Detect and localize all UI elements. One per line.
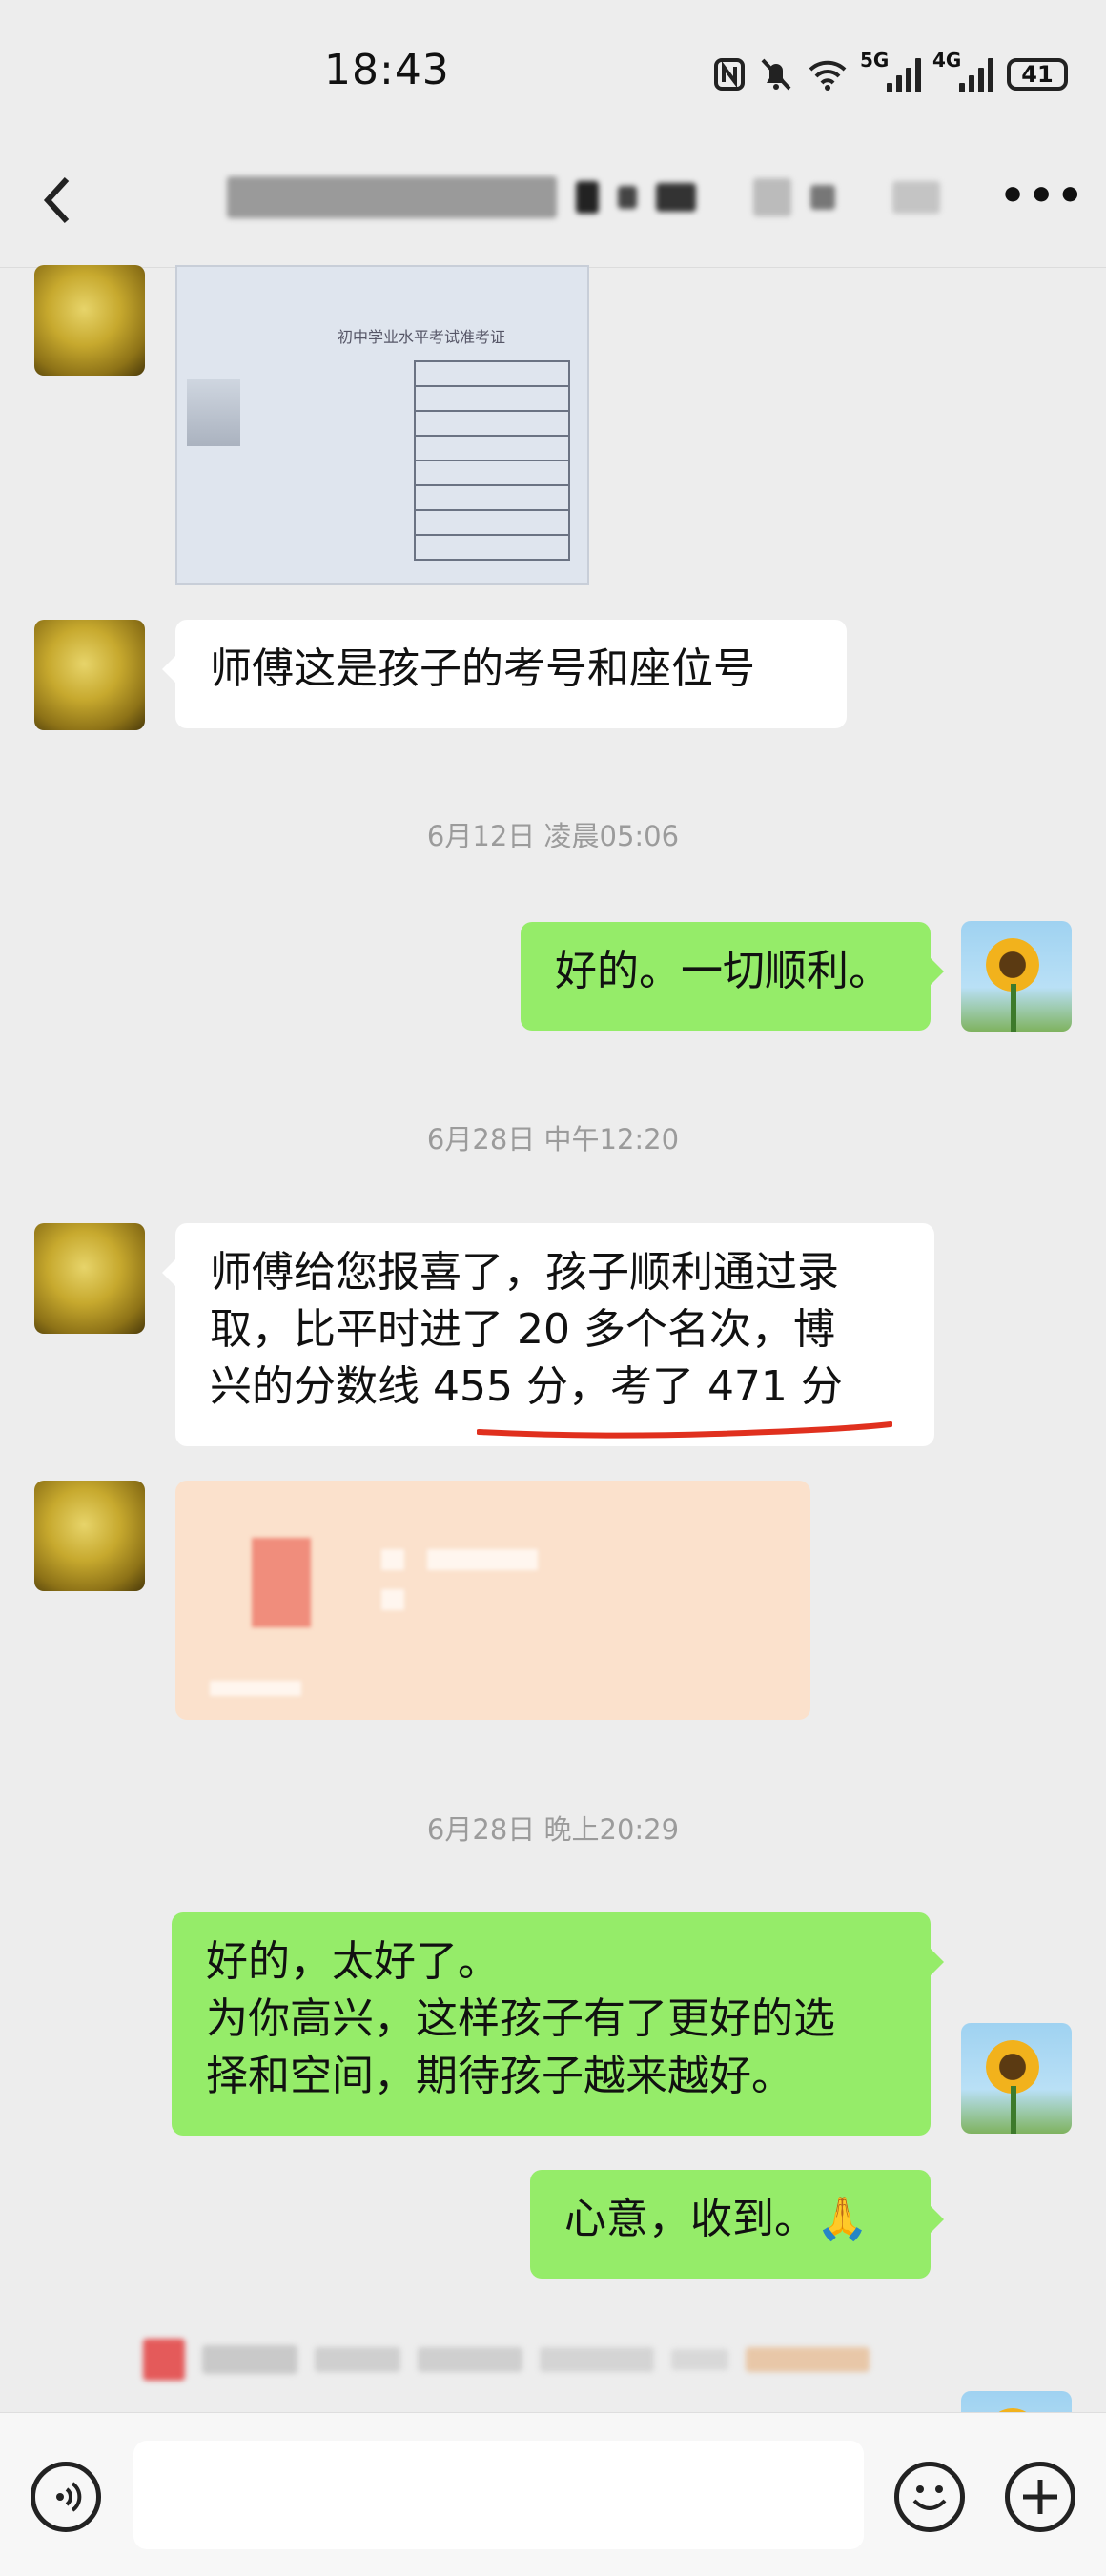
message-line: 好的，太好了。 (206, 1937, 500, 1986)
message-line: 师傅给您报喜了，孩子顺利通过录 (210, 1248, 839, 1297)
avatar-self[interactable] (961, 921, 1072, 1032)
obscured-system-notice (143, 2326, 973, 2393)
signal-4g-icon: 4G (932, 51, 993, 92)
timestamp: 6月28日 中午12:20 (426, 1123, 680, 1155)
chat-title-obscured (208, 174, 940, 221)
status-icons: 5G 4G 41 (713, 51, 1068, 97)
message-line: 兴的分数线 455 分，考了 471 分 (210, 1362, 843, 1411)
more-dots-icon[interactable]: ••• (999, 175, 1085, 217)
message-bubble-sent[interactable]: 心意，收到。🙏 (530, 2170, 944, 2279)
message-bubble-received[interactable]: 师傅给您报喜了，孩子顺利通过录 取，比平时进了 20 多个名次，博 兴的分数线 … (162, 1223, 934, 1446)
nfc-icon (714, 58, 745, 91)
obscured-text (381, 1549, 404, 1570)
exam-admission-card-image[interactable]: 初中学业水平考试准考证 (175, 265, 589, 585)
emoji-icon[interactable] (894, 2462, 965, 2532)
message-text: 好的。一切顺利。 (555, 947, 891, 995)
message-input[interactable] (133, 2441, 864, 2549)
mute-bell-icon (761, 58, 791, 91)
red-underline-annotation (477, 1421, 892, 1439)
signal-4g-label: 4G (932, 49, 962, 72)
message-line: 为你高兴，这样孩子有了更好的选 (206, 1994, 835, 2043)
obscured-text (381, 1589, 404, 1610)
message-bubble-sent[interactable]: 好的，太好了。 为你高兴，这样孩子有了更好的选 择和空间，期待孩子越来越好。 (172, 1912, 944, 2136)
red-envelope-icon (252, 1538, 311, 1627)
avatar-contact[interactable] (34, 620, 145, 730)
message-bubble-sent[interactable]: 好的。一切顺利。 (521, 922, 944, 1031)
id-photo (187, 379, 240, 446)
message-text: 心意，收到。🙏 (564, 2195, 869, 2243)
image-header-text: 初中学业水平考试准考证 (338, 328, 506, 346)
avatar-contact[interactable] (34, 1223, 145, 1334)
message-text: 师傅这是孩子的考号和座位号 (210, 644, 755, 693)
voice-icon[interactable] (31, 2462, 101, 2532)
timestamp: 6月28日 晚上20:29 (426, 1813, 680, 1846)
message-bubble-received[interactable]: 师傅这是孩子的考号和座位号 (162, 620, 847, 728)
exam-schedule-table (414, 360, 570, 561)
wifi-icon (809, 60, 847, 91)
avatar-self[interactable] (961, 2023, 1072, 2134)
obscured-text (210, 1681, 301, 1696)
obscured-text (427, 1549, 538, 1570)
battery-icon: 41 (1007, 58, 1068, 91)
timestamp: 6月12日 凌晨05:06 (426, 820, 680, 852)
plus-icon[interactable] (1005, 2462, 1075, 2532)
battery-level: 41 (1021, 61, 1054, 88)
status-time: 18:43 (324, 46, 450, 94)
message-line: 择和空间，期待孩子越来越好。 (206, 2052, 793, 2100)
signal-5g-label: 5G (860, 49, 890, 72)
avatar-contact[interactable] (34, 1481, 145, 1591)
signal-5g-icon: 5G (860, 51, 921, 92)
red-packet-card[interactable] (175, 1481, 810, 1720)
chevron-left-icon[interactable] (38, 172, 76, 229)
message-line: 取，比平时进了 20 多个名次，博 (210, 1305, 835, 1354)
avatar-contact[interactable] (34, 265, 145, 376)
